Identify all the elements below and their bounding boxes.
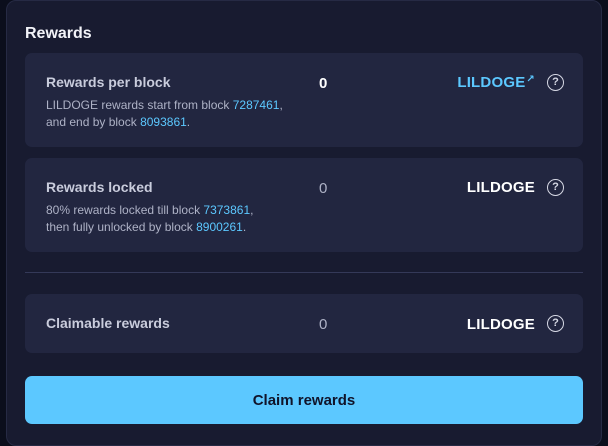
token-link[interactable]: LILDOGE↗ bbox=[457, 74, 535, 91]
end-block-link[interactable]: 8093861 bbox=[140, 115, 187, 129]
lock-block-link[interactable]: 7373861 bbox=[203, 203, 250, 217]
desc-text: 80% rewards locked till block bbox=[46, 203, 204, 217]
rewards-locked-label: Rewards locked bbox=[46, 179, 153, 195]
rewards-locked-value: 0 bbox=[319, 180, 328, 197]
start-block-link[interactable]: 7287461 bbox=[233, 98, 280, 112]
divider bbox=[25, 272, 583, 273]
rewards-per-block-description: LILDOGE rewards start from block 7287461… bbox=[46, 97, 283, 131]
desc-text: then fully unlocked by block bbox=[46, 220, 197, 234]
token-name: LILDOGE bbox=[466, 316, 535, 333]
section-title: Rewards bbox=[25, 25, 92, 42]
unlock-block-link[interactable]: 8900261 bbox=[196, 220, 243, 234]
desc-text: LILDOGE rewards start from block bbox=[46, 98, 233, 112]
help-icon[interactable]: ? bbox=[547, 74, 564, 91]
rewards-per-block-label: Rewards per block bbox=[46, 74, 171, 90]
token-name: LILDOGE bbox=[466, 179, 535, 196]
desc-text: and end by block bbox=[46, 115, 141, 129]
rewards-per-block-card: Rewards per block LILDOGE rewards start … bbox=[25, 53, 583, 147]
claimable-rewards-card: Claimable rewards 0 LILDOGE ? bbox=[25, 294, 583, 353]
rewards-panel: Rewards Rewards per block LILDOGE reward… bbox=[6, 0, 602, 446]
help-icon[interactable]: ? bbox=[547, 179, 564, 196]
desc-text: , bbox=[250, 203, 254, 217]
claim-rewards-button[interactable]: Claim rewards bbox=[25, 376, 583, 424]
help-icon[interactable]: ? bbox=[547, 315, 564, 332]
rewards-locked-card: Rewards locked 80% rewards locked till b… bbox=[25, 158, 583, 252]
token-name: LILDOGE bbox=[457, 74, 526, 91]
desc-text: , bbox=[279, 98, 283, 112]
claimable-rewards-value: 0 bbox=[319, 316, 328, 333]
claimable-rewards-label: Claimable rewards bbox=[46, 315, 170, 331]
external-link-icon: ↗ bbox=[526, 74, 535, 85]
rewards-locked-description: 80% rewards locked till block 7373861, t… bbox=[46, 202, 253, 236]
desc-text: . bbox=[186, 115, 191, 129]
rewards-per-block-value: 0 bbox=[319, 75, 328, 92]
desc-text: . bbox=[242, 220, 247, 234]
